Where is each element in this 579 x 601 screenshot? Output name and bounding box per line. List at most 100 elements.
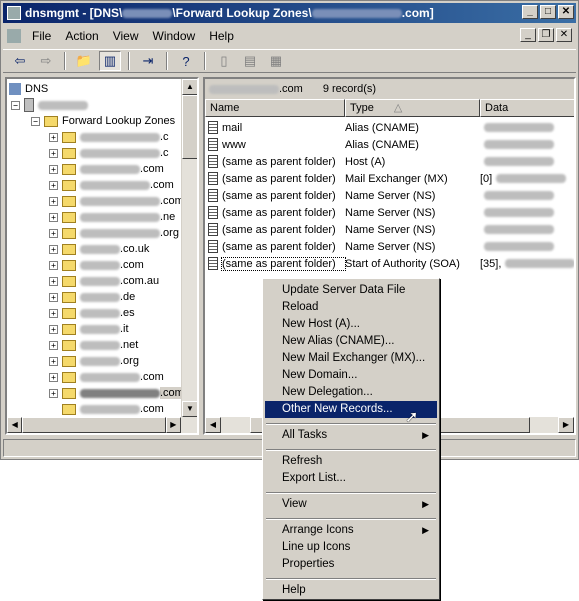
record-row[interactable]: (same as parent folder) Mail Exchanger (M…: [205, 170, 574, 187]
tree-vertical-scrollbar[interactable]: ▲ ▼: [181, 79, 197, 433]
column-header-data[interactable]: Data: [480, 99, 574, 117]
menu-item-reload[interactable]: Reload: [265, 299, 437, 316]
show-tree-icon[interactable]: ▥: [99, 51, 121, 71]
menu-item-new-alias[interactable]: New Alias (CNAME)...: [265, 333, 437, 350]
menu-action[interactable]: Action: [58, 29, 105, 43]
column-header-type[interactable]: Type △: [345, 99, 480, 117]
tree-node-zone[interactable]: + .com: [49, 177, 174, 193]
tree-horizontal-scrollbar[interactable]: ◀ ▶: [7, 417, 197, 433]
expand-icon[interactable]: +: [49, 340, 58, 350]
menu-item-export-list[interactable]: Export List...: [265, 470, 437, 487]
help-icon[interactable]: ?: [175, 51, 197, 71]
expand-icon[interactable]: +: [49, 356, 58, 366]
expand-icon[interactable]: +: [49, 132, 58, 142]
collapse-icon[interactable]: −: [31, 116, 40, 126]
child-minimize-button[interactable]: _: [520, 28, 536, 42]
expand-icon[interactable]: +: [49, 276, 58, 286]
scroll-down-icon[interactable]: ▼: [182, 401, 197, 417]
record-row[interactable]: (same as parent folder) Start of Authorit…: [205, 255, 574, 272]
server-icon[interactable]: ▯: [213, 51, 235, 71]
record-row[interactable]: (same as parent folder) Name Server (NS): [205, 221, 574, 238]
tree-node-zone[interactable]: + .com: [49, 257, 144, 273]
tree-node-forward-lookup-zones[interactable]: − Forward Lookup Zones: [31, 113, 175, 129]
menu-item-line-up-icons[interactable]: Line up Icons: [265, 539, 437, 556]
collapse-icon[interactable]: −: [11, 100, 20, 110]
record-row[interactable]: (same as parent folder) Name Server (NS): [205, 238, 574, 255]
record-row[interactable]: www Alias (CNAME): [205, 136, 574, 153]
tree-node-zone[interactable]: .com: [49, 401, 164, 417]
scroll-thumb[interactable]: [182, 95, 197, 159]
scroll-right-icon[interactable]: ▶: [558, 417, 574, 433]
menu-window[interactable]: Window: [146, 29, 203, 43]
menu-item-new-domain[interactable]: New Domain...: [265, 367, 437, 384]
close-button[interactable]: ✕: [558, 5, 574, 19]
menu-item-new-mail-exchanger[interactable]: New Mail Exchanger (MX)...: [265, 350, 437, 367]
tree-node-zone[interactable]: + .org: [49, 225, 179, 241]
forward-arrow-icon[interactable]: ⇨: [35, 51, 57, 71]
tree-node-server[interactable]: −: [11, 97, 88, 113]
up-folder-icon[interactable]: 📁: [73, 51, 95, 71]
tree-node-zone[interactable]: + .com: [49, 193, 184, 209]
menu-item-view[interactable]: View ▶: [265, 496, 437, 513]
tree-node-zone[interactable]: + .com: [49, 161, 164, 177]
scroll-thumb[interactable]: [22, 417, 166, 433]
scroll-left-icon[interactable]: ◀: [205, 417, 221, 433]
expand-icon[interactable]: +: [49, 308, 58, 318]
expand-icon[interactable]: +: [49, 388, 58, 398]
child-close-button[interactable]: ✕: [556, 28, 572, 42]
menu-item-refresh[interactable]: Refresh: [265, 453, 437, 470]
menu-view[interactable]: View: [106, 29, 146, 43]
doc-icon[interactable]: ▤: [239, 51, 261, 71]
tree-node-zone[interactable]: + .com: [49, 369, 164, 385]
maximize-button[interactable]: □: [540, 5, 556, 19]
menu-item-all-tasks[interactable]: All Tasks ▶: [265, 427, 437, 444]
expand-icon[interactable]: +: [49, 180, 58, 190]
tree-node-zone[interactable]: + .it: [49, 321, 129, 337]
menu-item-new-host[interactable]: New Host (A)...: [265, 316, 437, 333]
menu-file[interactable]: File: [25, 29, 58, 43]
tree-node-zone[interactable]: + .net: [49, 337, 138, 353]
record-row[interactable]: mail Alias (CNAME): [205, 119, 574, 136]
scroll-right-icon[interactable]: ▶: [165, 417, 181, 433]
minimize-button[interactable]: _: [522, 5, 538, 19]
scroll-up-icon[interactable]: ▲: [182, 79, 197, 95]
expand-icon[interactable]: +: [49, 148, 58, 158]
child-restore-button[interactable]: ❐: [538, 28, 554, 42]
title-bar[interactable]: dnsmgmt - [DNS\ \Forward Lookup Zones\ .…: [3, 3, 576, 23]
menu-item-properties[interactable]: Properties: [265, 556, 437, 573]
tree-node-zone[interactable]: + .c: [49, 145, 169, 161]
record-row[interactable]: (same as parent folder) Name Server (NS): [205, 204, 574, 221]
menu-item-arrange-icons[interactable]: Arrange Icons ▶: [265, 522, 437, 539]
expand-icon[interactable]: +: [49, 196, 58, 206]
expand-icon[interactable]: +: [49, 292, 58, 302]
tree-node-zone[interactable]: + .es: [49, 305, 135, 321]
back-arrow-icon[interactable]: ⇦: [9, 51, 31, 71]
expand-icon[interactable]: +: [49, 164, 58, 174]
expand-icon[interactable]: +: [49, 260, 58, 270]
tree-node-dns[interactable]: DNS: [9, 81, 48, 97]
expand-icon[interactable]: +: [49, 324, 58, 334]
menu-item-new-delegation[interactable]: New Delegation...: [265, 384, 437, 401]
expand-icon[interactable]: +: [49, 228, 58, 238]
expand-icon[interactable]: +: [49, 372, 58, 382]
tree-node-zone[interactable]: + .c: [49, 129, 169, 145]
column-header-name[interactable]: Name: [205, 99, 345, 117]
menu-item-update-server-data-file[interactable]: Update Server Data File: [265, 282, 437, 299]
tree-node-zone[interactable]: + .org: [49, 353, 139, 369]
scroll-left-icon[interactable]: ◀: [7, 417, 23, 433]
tree-pane[interactable]: DNS − − Forward Lookup Zones + .c + .c + .com…: [5, 77, 199, 435]
tree-node-zone[interactable]: + .com.au: [49, 273, 159, 289]
tree-node-zone[interactable]: + .co.uk: [49, 241, 149, 257]
record-row[interactable]: (same as parent folder) Host (A): [205, 153, 574, 170]
tree-node-zone[interactable]: + .com: [49, 385, 184, 401]
menu-help[interactable]: Help: [202, 29, 241, 43]
expand-icon[interactable]: +: [49, 212, 58, 222]
expand-icon[interactable]: +: [49, 244, 58, 254]
menu-item-help[interactable]: Help: [265, 582, 437, 599]
export-list-icon[interactable]: ⇥: [137, 51, 159, 71]
record-row[interactable]: (same as parent folder) Name Server (NS): [205, 187, 574, 204]
record-icon: [208, 155, 218, 168]
tree-node-zone[interactable]: + .ne: [49, 209, 175, 225]
records-icon[interactable]: ▦: [265, 51, 287, 71]
tree-node-zone[interactable]: + .de: [49, 289, 135, 305]
